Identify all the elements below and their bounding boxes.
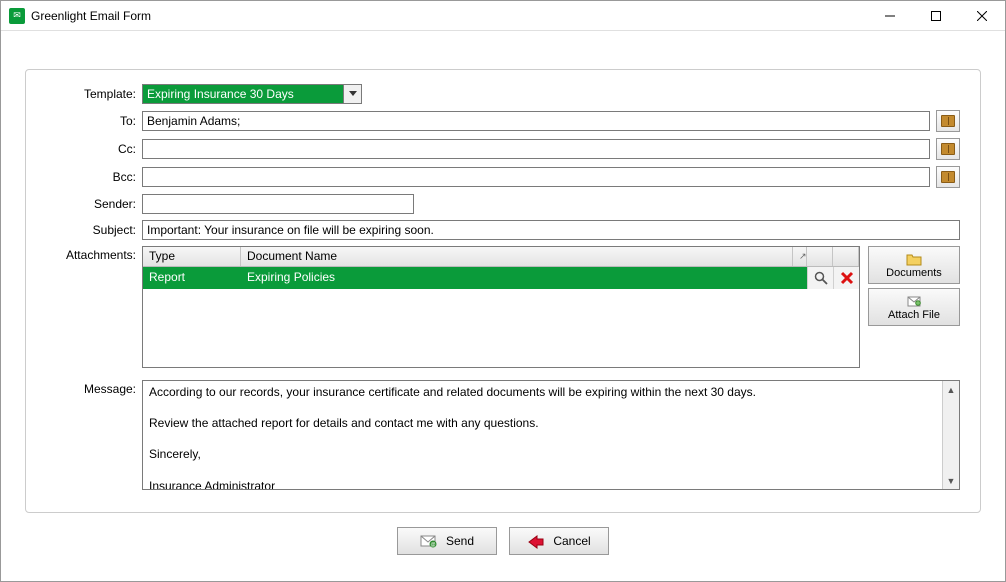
folder-icon [906,252,922,266]
message-scrollbar[interactable]: ▲ ▼ [942,381,959,489]
cancel-button-label: Cancel [553,534,590,548]
maximize-button[interactable] [913,1,959,31]
form-panel: Template: Expiring Insurance 30 Days To:… [25,69,981,513]
message-label: Message: [46,380,142,490]
bcc-label: Bcc: [46,170,142,184]
cc-addressbook-button[interactable] [936,138,960,160]
attachment-buttons: Documents Attach File [868,246,960,326]
sort-indicator[interactable]: ↗ [793,247,807,266]
attachment-row[interactable]: Report Expiring Policies [143,267,859,289]
to-label: To: [46,114,142,128]
attach-file-button-label: Attach File [888,309,940,321]
col-preview-header [807,247,833,266]
documents-button[interactable]: Documents [868,246,960,284]
scroll-down-icon[interactable]: ▼ [943,472,959,489]
cc-input[interactable] [142,139,930,159]
addressbook-icon [941,171,955,183]
svg-text:@: @ [430,542,435,548]
documents-button-label: Documents [886,267,942,279]
preview-attachment-button[interactable] [807,267,833,289]
template-label: Template: [46,87,142,101]
chevron-down-icon [343,85,361,103]
subject-label: Subject: [46,223,142,237]
col-type-header[interactable]: Type [143,247,241,266]
app-icon: ✉ [9,8,25,24]
bcc-input[interactable] [142,167,930,187]
sender-input[interactable] [142,194,414,214]
remove-attachment-button[interactable] [833,267,859,289]
send-icon: @ [420,533,438,549]
sender-label: Sender: [46,197,142,211]
subject-input[interactable] [142,220,960,240]
send-button[interactable]: @ Send [397,527,497,555]
window-title: Greenlight Email Form [31,9,867,23]
bcc-addressbook-button[interactable] [936,166,960,188]
minimize-button[interactable] [867,1,913,31]
send-button-label: Send [446,534,474,548]
attach-file-icon [906,294,922,308]
message-box: ▲ ▼ [142,380,960,490]
attachments-grid: Type Document Name ↗ Report Expiring Pol… [142,246,860,368]
action-row: @ Send Cancel [25,513,981,555]
cancel-icon [527,533,545,549]
attachment-type: Report [143,267,241,289]
message-textarea[interactable] [143,381,942,489]
cancel-button[interactable]: Cancel [509,527,609,555]
to-input[interactable] [142,111,930,131]
attachments-label: Attachments: [46,246,142,262]
close-button[interactable] [959,1,1005,31]
attach-file-button[interactable]: Attach File [868,288,960,326]
email-form-window: ✉ Greenlight Email Form Template: Expiri… [0,0,1006,582]
client-area: Template: Expiring Insurance 30 Days To:… [1,31,1005,581]
cc-label: Cc: [46,142,142,156]
template-select[interactable]: Expiring Insurance 30 Days [142,84,362,104]
titlebar: ✉ Greenlight Email Form [1,1,1005,31]
window-controls [867,1,1005,31]
addressbook-icon [941,115,955,127]
col-remove-header [833,247,859,266]
addressbook-icon [941,143,955,155]
scroll-up-icon[interactable]: ▲ [943,381,959,398]
attachment-docname: Expiring Policies [241,267,793,289]
grid-header: Type Document Name ↗ [143,247,859,267]
scroll-track[interactable] [943,398,959,472]
col-docname-header[interactable]: Document Name [241,247,793,266]
template-value: Expiring Insurance 30 Days [143,85,343,103]
to-addressbook-button[interactable] [936,110,960,132]
